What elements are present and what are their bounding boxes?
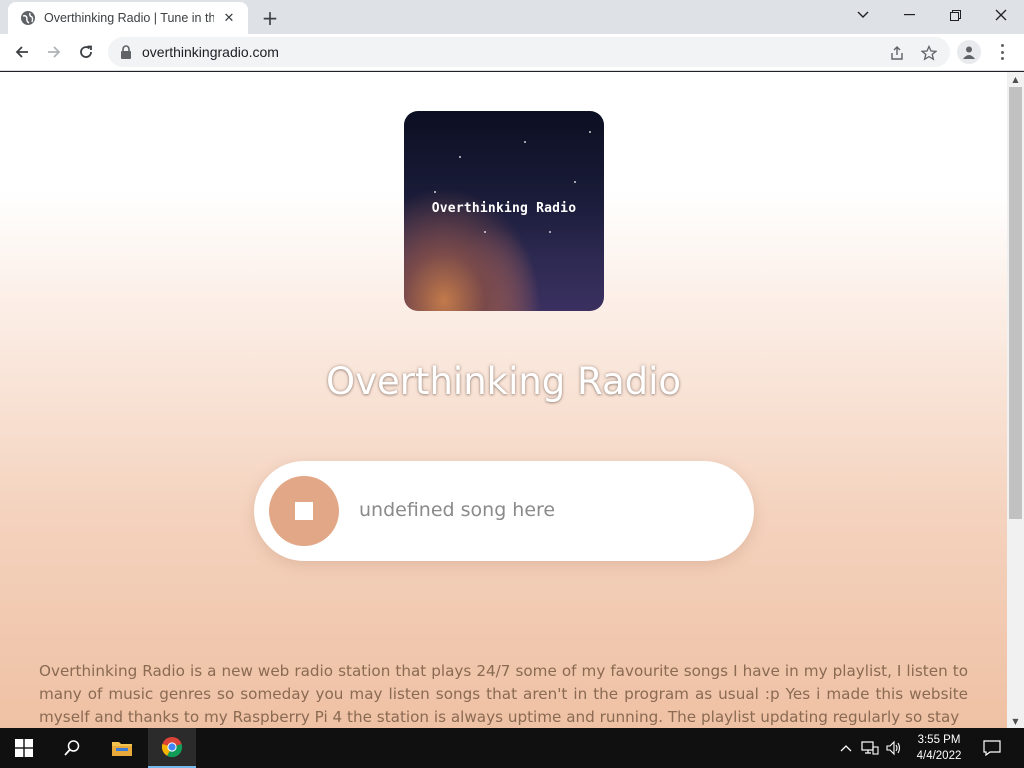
forward-button[interactable] [40,38,68,66]
reload-icon [80,45,92,58]
page-title: Overthinking Radio [325,360,682,403]
cover-title: Overthinking Radio [431,201,577,216]
windows-taskbar: 3:55 PM 4/4/2022 [0,728,1024,768]
taskbar-clock[interactable]: 3:55 PM 4/4/2022 [905,732,973,764]
scroll-down-arrow-icon[interactable]: ▼ [1007,714,1024,728]
browser-tab-strip: Overthinking Radio | Tune in the ✕ + [0,0,1024,34]
tray-chevron-up-icon[interactable] [836,728,856,768]
close-tab-icon[interactable]: ✕ [220,9,238,27]
back-button[interactable] [8,38,36,66]
bookmark-star-icon[interactable] [920,44,938,62]
share-icon[interactable] [888,44,906,62]
forward-arrow-icon [48,46,61,58]
restore-button[interactable] [932,0,978,30]
globe-icon [20,10,36,26]
back-arrow-icon [15,46,28,58]
volume-icon[interactable] [883,728,905,768]
file-explorer-icon[interactable] [98,728,146,768]
close-window-button[interactable] [978,0,1024,30]
now-playing-song: undefined song here [359,499,556,521]
about-paragraph: Overthinking Radio is a new web radio st… [39,662,968,726]
new-tab-button[interactable]: + [258,6,282,30]
scroll-up-arrow-icon[interactable]: ▲ [1007,72,1024,86]
browser-menu-icon[interactable] [994,42,1010,62]
stop-icon [295,502,313,520]
scrollbar-thumb[interactable] [1009,87,1022,519]
radio-player: undefined song here [254,461,754,561]
tab-search-dropdown-icon[interactable] [840,0,886,30]
tab-title: Overthinking Radio | Tune in the [44,11,214,25]
browser-toolbar: overthinkingradio.com [0,34,1024,71]
url-text[interactable]: overthinkingradio.com [142,44,279,60]
reload-button[interactable] [72,38,100,66]
address-bar[interactable]: overthinkingradio.com [108,37,950,67]
page-viewport: Overthinking Radio Overthinking Radio un… [0,72,1007,728]
profile-avatar-icon[interactable] [957,40,981,64]
notifications-icon[interactable] [978,728,1006,768]
station-cover-image: Overthinking Radio [404,111,604,311]
lock-icon[interactable] [120,45,134,59]
browser-tab[interactable]: Overthinking Radio | Tune in the ✕ [8,2,248,34]
page-scrollbar[interactable]: ▲ ▼ [1007,72,1024,728]
network-icon[interactable] [859,728,881,768]
search-icon[interactable] [48,728,96,768]
stop-button[interactable] [269,476,339,546]
chrome-icon[interactable] [148,728,196,768]
start-icon[interactable] [0,728,48,768]
clock-time: 3:55 PM [917,734,961,746]
minimize-button[interactable] [886,0,932,30]
clock-date: 4/4/2022 [916,750,962,762]
